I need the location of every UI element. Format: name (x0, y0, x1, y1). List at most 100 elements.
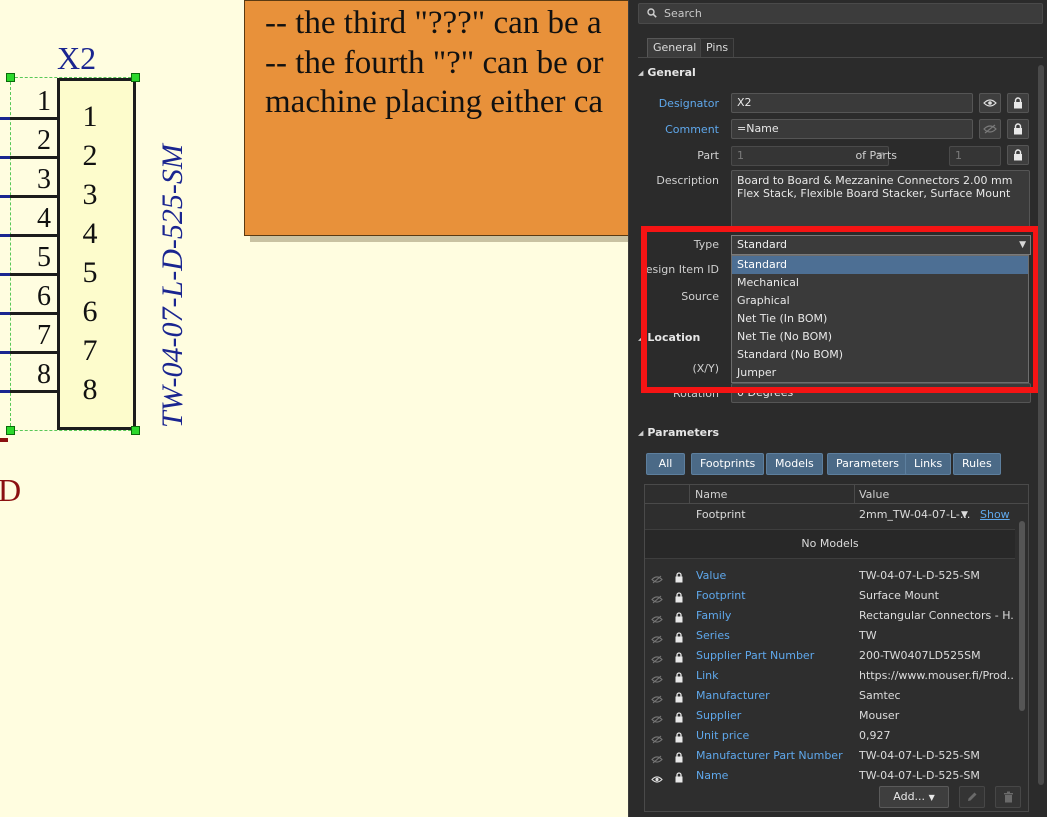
parameter-value[interactable]: Mouser (859, 706, 1014, 726)
add-parameter-button[interactable]: Add... ▼ (879, 786, 949, 808)
filter-rules-button[interactable]: Rules (953, 453, 1001, 475)
parameter-name: Link (696, 669, 719, 682)
pin-number: 8 (37, 359, 51, 390)
pin-line[interactable] (10, 156, 57, 159)
tab-divider (638, 57, 1043, 58)
column-name-header[interactable]: Name (695, 488, 727, 501)
table-row[interactable]: Manufacturer Part Number TW-04-07-L-D-525… (645, 746, 1015, 766)
section-general-header[interactable]: ◢ General (638, 66, 696, 79)
rotation-select[interactable]: 0 Degrees (731, 383, 1031, 403)
show-footprint-link[interactable]: Show (980, 505, 1010, 525)
schematic-canvas[interactable]: X2 TW-04-07-L-D-525-SM 1122334455667788 … (0, 0, 628, 817)
section-location-header[interactable]: ◢ Location (638, 331, 700, 344)
parameter-value[interactable]: TW (859, 626, 1014, 646)
visibility-hidden-icon[interactable] (979, 119, 1001, 139)
type-option-standard-no-bom[interactable]: Standard (No BOM) (732, 346, 1028, 364)
edit-pencil-icon[interactable] (959, 786, 985, 808)
lock-icon[interactable] (1007, 119, 1029, 139)
tab-general[interactable]: General (647, 38, 703, 57)
pin-wire-stub (0, 312, 10, 315)
section-parameters-header[interactable]: ◢ Parameters (638, 426, 719, 439)
parameter-value[interactable]: Surface Mount (859, 586, 1014, 606)
visibility-eye-icon[interactable] (979, 93, 1001, 113)
pin-name: 6 (82, 295, 98, 328)
parameter-value[interactable]: 200-TW0407LD525SM (859, 646, 1014, 666)
column-value-header[interactable]: Value (859, 488, 889, 501)
pin-wire-stub (0, 351, 10, 354)
pin-name: 8 (82, 373, 98, 406)
designator-field[interactable]: X2 (731, 93, 973, 113)
table-row[interactable]: Footprint Surface Mount (645, 586, 1015, 606)
pin-line[interactable] (10, 390, 57, 393)
pin-name: 7 (82, 334, 98, 367)
table-row[interactable]: Manufacturer Samtec (645, 686, 1015, 706)
pin-line[interactable] (10, 273, 57, 276)
filter-footprints-button[interactable]: Footprints (691, 453, 765, 475)
type-option-mechanical[interactable]: Mechanical (732, 274, 1028, 292)
filter-all-button[interactable]: All (646, 453, 685, 475)
scrollbar-thumb[interactable] (1019, 521, 1025, 711)
filter-models-button[interactable]: Models (766, 453, 823, 475)
selection-handle[interactable] (131, 426, 140, 435)
table-row[interactable]: Name TW-04-07-L-D-525-SM (645, 766, 1015, 786)
footprint-row-value[interactable]: 2mm_TW-04-07-L-... (859, 505, 970, 525)
table-scrollbar[interactable] (1017, 507, 1027, 782)
parameter-value[interactable]: TW-04-07-L-D-525-SM (859, 766, 1014, 786)
selection-handle[interactable] (6, 426, 15, 435)
table-row[interactable]: Supplier Mouser (645, 706, 1015, 726)
lock-icon[interactable] (1007, 93, 1029, 113)
section-general-title: General (647, 66, 696, 79)
type-option-graphical[interactable]: Graphical (732, 292, 1028, 310)
pin-line[interactable] (10, 195, 57, 198)
pin-line[interactable] (10, 351, 57, 354)
lock-icon[interactable] (1007, 145, 1029, 165)
pin-line[interactable] (10, 234, 57, 237)
parameter-value[interactable]: TW-04-07-L-D-525-SM (859, 746, 1014, 766)
text-note[interactable]: -- the third "???" can be a -- the fourt… (244, 0, 628, 236)
delete-trash-icon[interactable] (995, 786, 1021, 808)
type-option-net-tie-in-bom[interactable]: Net Tie (In BOM) (732, 310, 1028, 328)
table-row[interactable]: Supplier Part Number 200-TW0407LD525SM (645, 646, 1015, 666)
table-row[interactable]: Family Rectangular Connectors - H... (645, 606, 1015, 626)
lock-icon[interactable] (675, 770, 683, 790)
search-icon (647, 8, 657, 21)
component-comment[interactable]: TW-04-07-L-D-525-SM (156, 88, 190, 428)
parameter-name: Unit price (696, 729, 750, 742)
filter-parameters-button[interactable]: Parameters (827, 453, 908, 475)
chevron-down-icon[interactable]: ▼ (961, 505, 968, 525)
type-option-jumper[interactable]: Jumper (732, 364, 1028, 382)
selection-handle[interactable] (131, 73, 140, 82)
no-models-message: No Models (645, 529, 1015, 559)
type-select[interactable]: Standard ▼ (731, 235, 1031, 255)
parameter-value[interactable]: Samtec (859, 686, 1014, 706)
search-input[interactable]: Search (638, 3, 1043, 24)
parameter-value[interactable]: https://www.mouser.fi/Prod... (859, 666, 1014, 686)
selection-handle[interactable] (6, 73, 15, 82)
scrollbar-thumb[interactable] (1038, 65, 1044, 785)
comment-field[interactable]: =Name (731, 119, 973, 139)
table-row[interactable]: Unit price 0,927 (645, 726, 1015, 746)
parameter-name: Family (696, 609, 732, 622)
parameter-value[interactable]: Rectangular Connectors - H... (859, 606, 1014, 626)
tab-pins[interactable]: Pins (700, 38, 735, 57)
type-option-standard[interactable]: Standard (732, 256, 1028, 274)
component-designator[interactable]: X2 (57, 38, 96, 78)
table-row[interactable]: Series TW (645, 626, 1015, 646)
footprint-row[interactable]: Footprint 2mm_TW-04-07-L-... ▼ Show (645, 505, 1015, 525)
filter-links-button[interactable]: Links (905, 453, 952, 475)
type-option-net-tie-no-bom[interactable]: Net Tie (No BOM) (732, 328, 1028, 346)
pin-wire-stub (0, 273, 10, 276)
pin-wire-stub (0, 234, 10, 237)
description-field[interactable]: Board to Board & Mezzanine Connectors 2.… (731, 170, 1030, 228)
panel-scrollbar[interactable] (1037, 65, 1045, 805)
parameter-name: Series (696, 629, 730, 642)
visibility-eye-icon[interactable] (651, 771, 663, 791)
parameters-table: Name Value Footprint 2mm_TW-04-07-L-... … (644, 484, 1029, 812)
table-row[interactable]: Value TW-04-07-L-D-525-SM (645, 566, 1015, 586)
pin-line[interactable] (10, 312, 57, 315)
pin-line[interactable] (10, 117, 57, 120)
section-location-title: Location (647, 331, 701, 344)
table-row[interactable]: Link https://www.mouser.fi/Prod... (645, 666, 1015, 686)
parameter-value[interactable]: 0,927 (859, 726, 1014, 746)
parameter-value[interactable]: TW-04-07-L-D-525-SM (859, 566, 1014, 586)
